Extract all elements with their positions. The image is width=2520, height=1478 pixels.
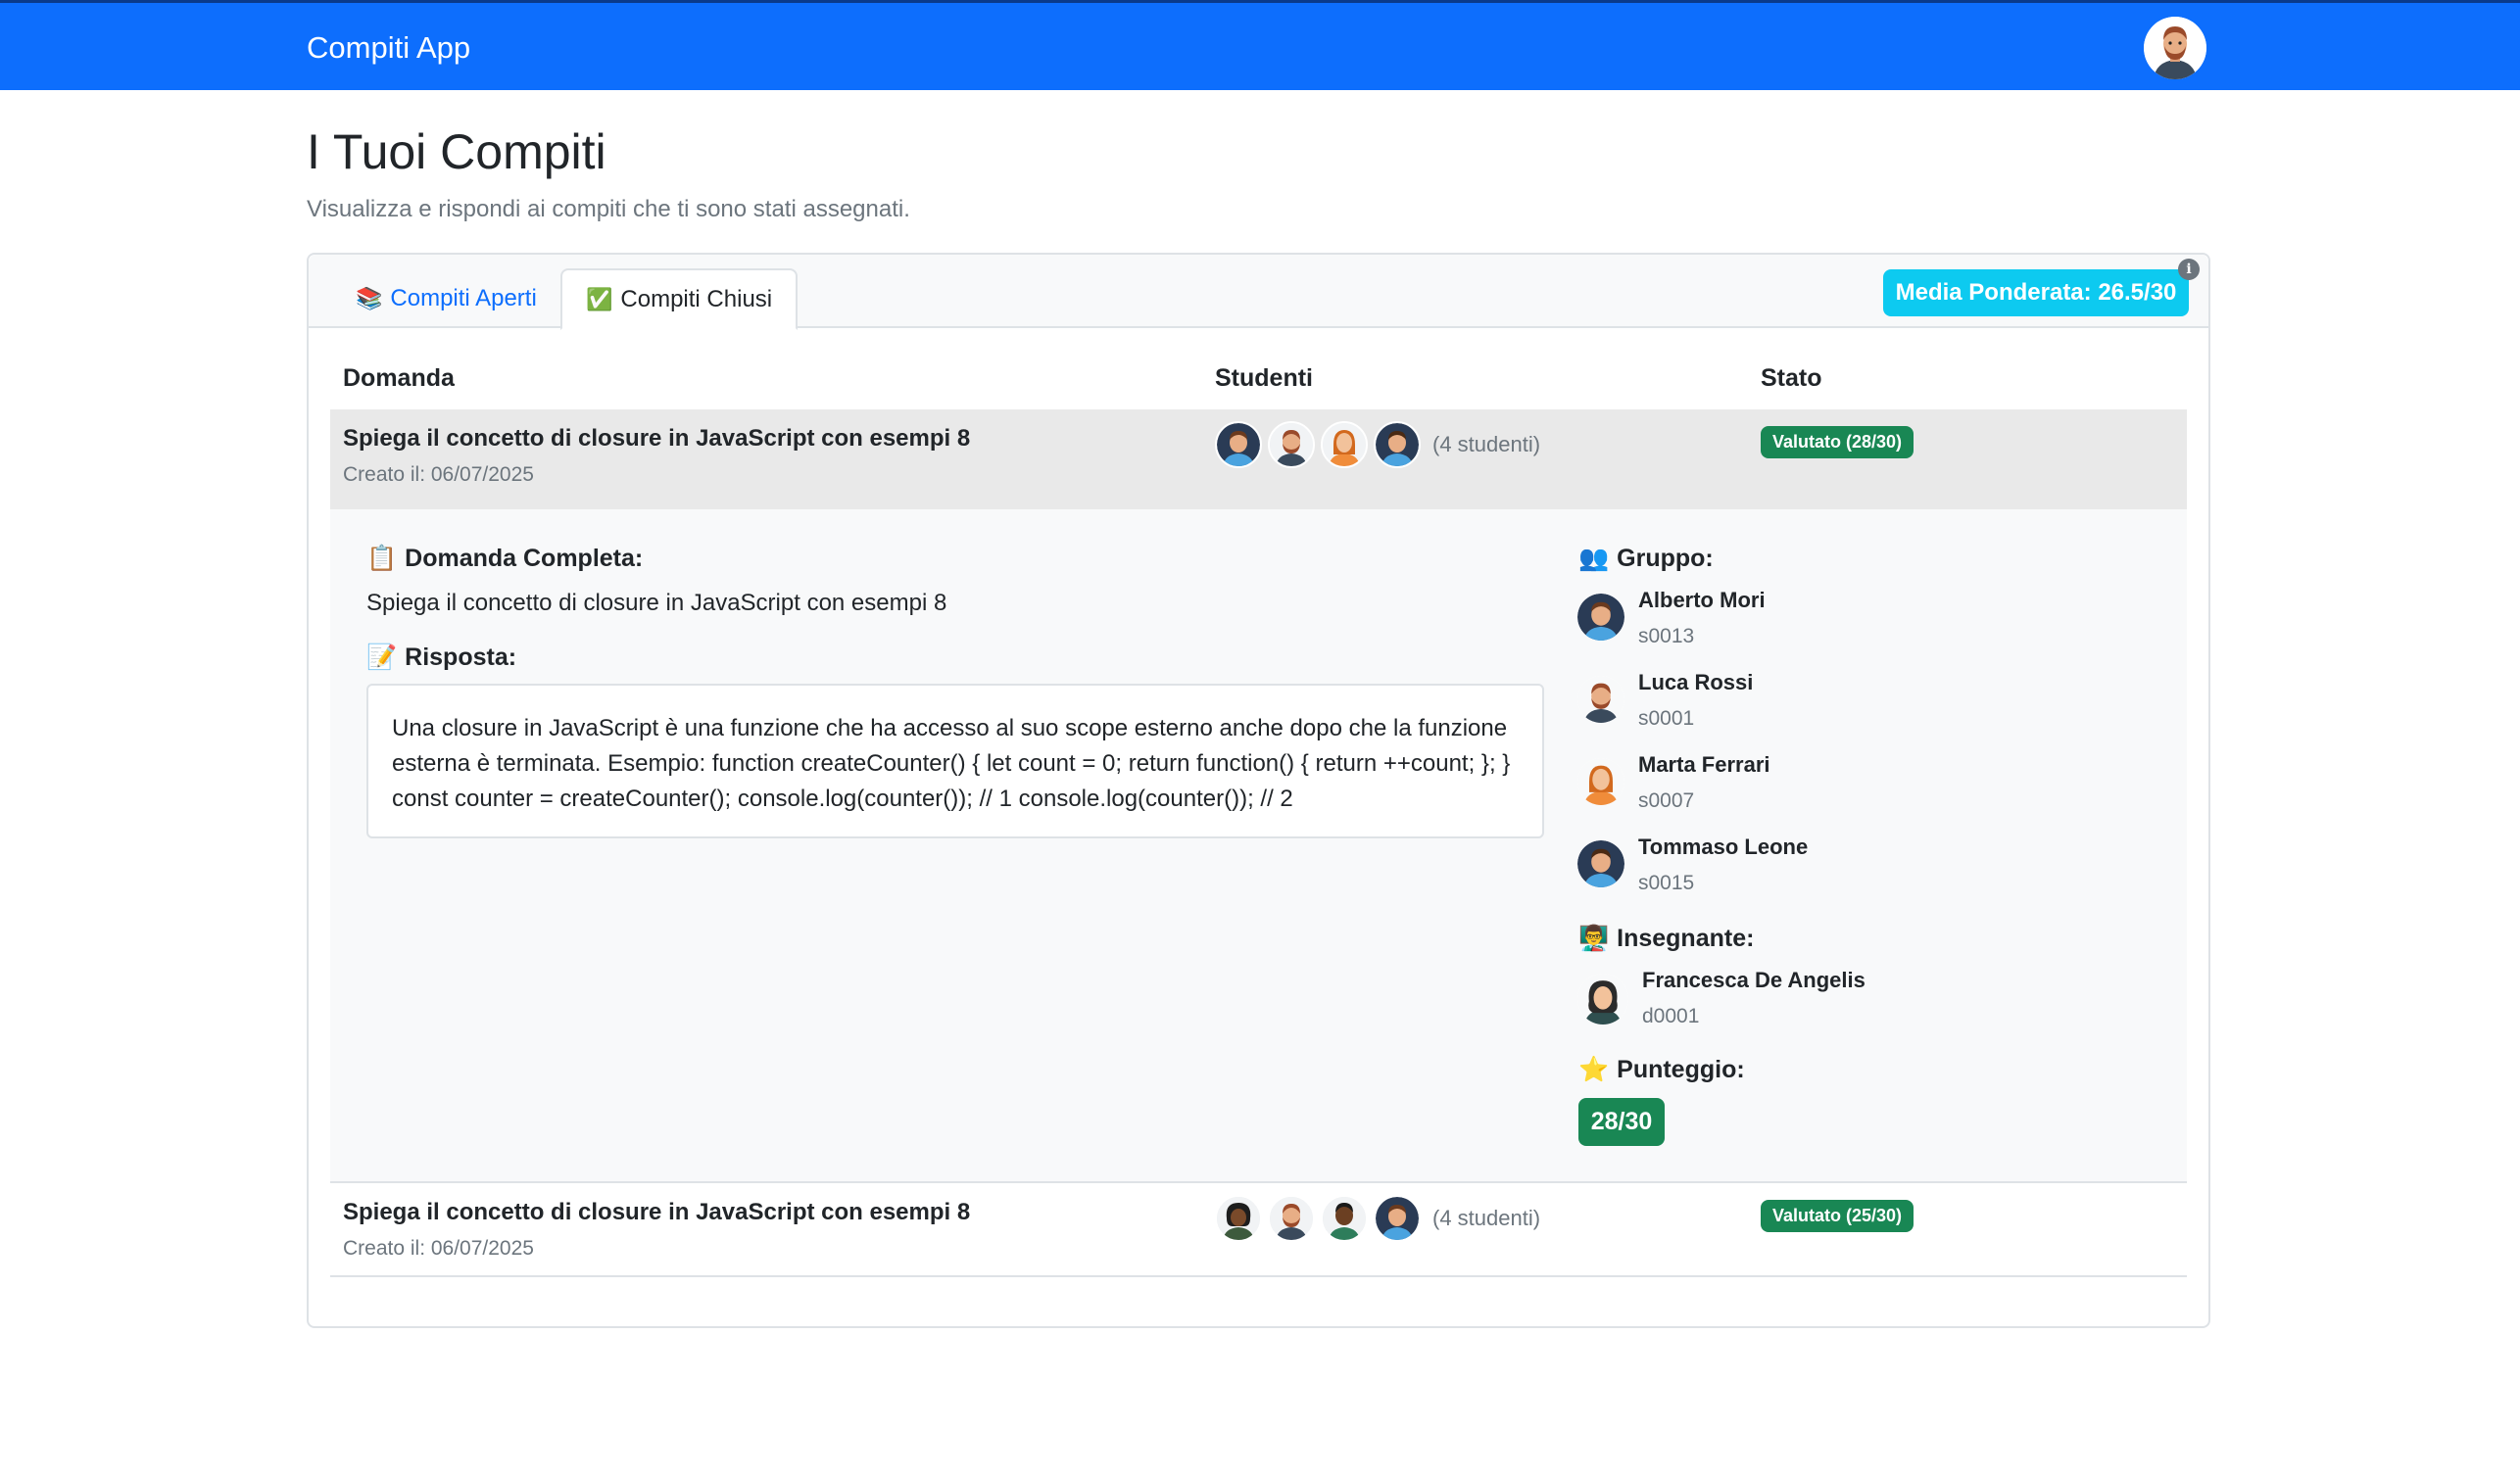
group-member: Alberto Mori s0013 (1577, 588, 1766, 648)
student-avatar (1374, 1195, 1421, 1242)
member-avatar (1577, 758, 1624, 805)
user-avatar[interactable] (2144, 17, 2206, 79)
page-title: I Tuoi Compiti (307, 124, 606, 179)
student-avatar (1215, 1195, 1262, 1242)
teacher-name: Francesca De Angelis (1642, 968, 1866, 992)
task-details-panel: 📋 Domanda Completa: Spiega il concetto d… (330, 509, 2187, 1181)
status-badge: Valutato (28/30) (1761, 426, 1914, 458)
member-id: s0007 (1638, 789, 1695, 812)
page-subtitle: Visualizza e rispondi ai compiti che ti … (307, 196, 910, 222)
member-avatar (1577, 594, 1624, 641)
students-count: (4 studenti) (1432, 432, 1541, 456)
answer-label: 📝 Risposta: (366, 644, 517, 671)
table-row[interactable]: Spiega il concetto di closure in JavaScr… (330, 1181, 2187, 1277)
status-badge: Valutato (25/30) (1761, 1200, 1914, 1232)
students-count: (4 studenti) (1432, 1206, 1541, 1230)
tab-closed-tasks[interactable]: ✅ Compiti Chiusi (560, 268, 799, 330)
memo-icon: 📝 (366, 644, 398, 671)
member-name: Tommaso Leone (1638, 834, 1809, 859)
member-name: Alberto Mori (1638, 588, 1766, 612)
students-avatars: (4 studenti) (1215, 1195, 1540, 1242)
teacher-icon: 👨‍🏫 (1578, 925, 1610, 952)
weighted-average-badge: Media Ponderata: 26.5/30 (1883, 269, 2189, 316)
tab-label: Compiti Chiusi (620, 285, 773, 312)
full-question-text: Spiega il concetto di closure in JavaScr… (366, 590, 947, 616)
score-label: ⭐ Punteggio: (1578, 1056, 1745, 1083)
member-avatar (1577, 840, 1624, 887)
app-brand[interactable]: Compiti App (307, 30, 470, 66)
member-id: s0013 (1638, 625, 1695, 647)
student-avatar (1321, 421, 1368, 468)
group-member: Marta Ferrari s0007 (1577, 752, 1770, 813)
student-avatar (1215, 421, 1262, 468)
teacher-label: 👨‍🏫 Insegnante: (1578, 925, 1755, 952)
student-avatar (1374, 421, 1421, 468)
member-avatar (1577, 676, 1624, 723)
tab-label: Compiti Aperti (390, 284, 537, 311)
student-avatar (1321, 1195, 1368, 1242)
score-badge: 28/30 (1578, 1098, 1665, 1146)
clipboard-icon: 📋 (366, 545, 398, 572)
group-label: 👥 Gruppo: (1578, 545, 1714, 572)
created-date: Creato il: 06/07/2025 (343, 463, 534, 486)
member-name: Luca Rossi (1638, 670, 1754, 694)
check-icon: ✅ (586, 286, 613, 311)
students-avatars: (4 studenti) (1215, 421, 1540, 468)
group-member: Tommaso Leone s0015 (1577, 834, 1808, 895)
people-icon: 👥 (1578, 545, 1610, 572)
group-member: Luca Rossi s0001 (1577, 670, 1753, 731)
books-icon: 📚 (356, 285, 383, 310)
created-date: Creato il: 06/07/2025 (343, 1237, 534, 1260)
teacher-avatar (1577, 974, 1628, 1025)
navbar: Compiti App (0, 0, 2520, 90)
column-header-status: Stato (1761, 364, 1822, 392)
star-icon: ⭐ (1578, 1056, 1610, 1083)
member-name: Marta Ferrari (1638, 752, 1770, 777)
card-header: 📚 Compiti Aperti ✅ Compiti Chiusi Media … (309, 255, 2208, 330)
member-id: s0015 (1638, 872, 1695, 894)
answer-text: Una closure in JavaScript è una funzione… (366, 684, 1544, 838)
teacher-info: Francesca De Angelis d0001 (1577, 968, 1866, 1028)
teacher-id: d0001 (1642, 1005, 1700, 1027)
member-id: s0001 (1638, 707, 1695, 730)
student-avatar (1268, 1195, 1315, 1242)
full-question-label: 📋 Domanda Completa: (366, 545, 644, 572)
column-header-question: Domanda (343, 364, 455, 392)
table-row[interactable]: Spiega il concetto di closure in JavaScr… (330, 409, 2187, 509)
info-icon[interactable]: i (2178, 259, 2200, 280)
student-avatar (1268, 421, 1315, 468)
question-title: Spiega il concetto di closure in JavaScr… (343, 1199, 971, 1225)
question-title: Spiega il concetto di closure in JavaScr… (343, 425, 971, 452)
column-header-students: Studenti (1215, 364, 1313, 392)
tab-open-tasks[interactable]: 📚 Compiti Aperti (332, 268, 560, 328)
